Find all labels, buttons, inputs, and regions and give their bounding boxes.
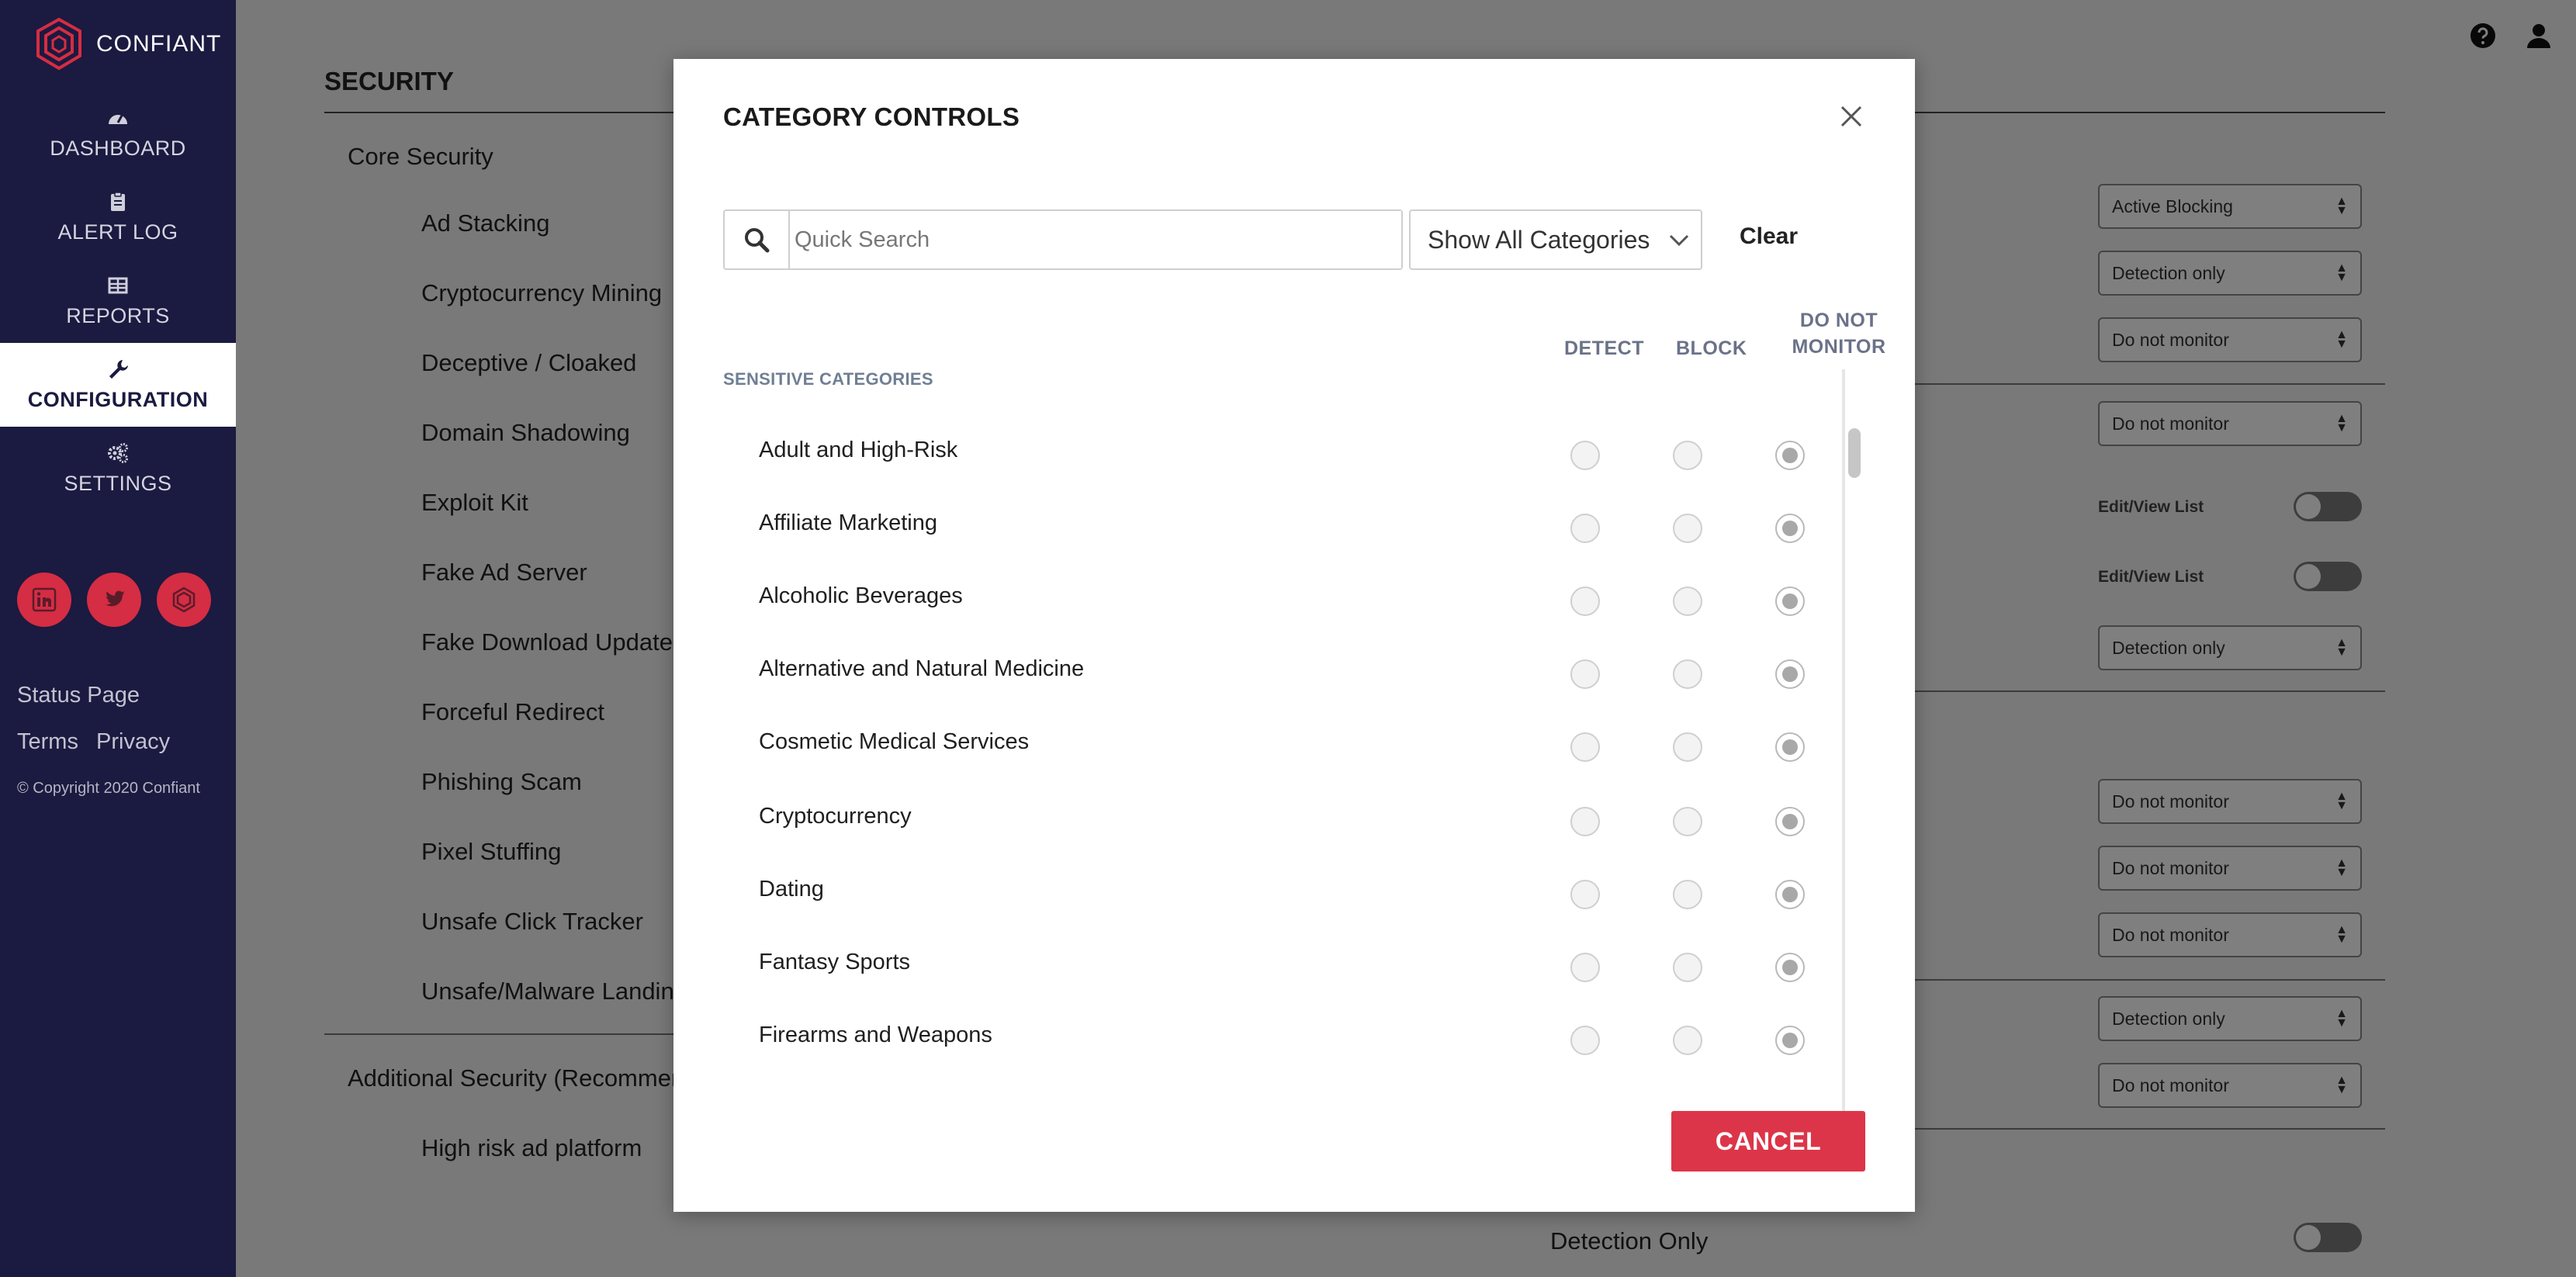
block-radio[interactable] bbox=[1673, 732, 1702, 762]
filter-value: Show All Categories bbox=[1428, 225, 1650, 254]
detect-radio[interactable] bbox=[1570, 659, 1600, 689]
category-row: Alternative and Natural Medicine bbox=[723, 638, 1805, 711]
category-name: Alcoholic Beverages bbox=[759, 583, 963, 608]
sidebar: CONFIANT DASHBOARD ALERT LOG REPORTS CON… bbox=[0, 0, 236, 1277]
category-row: Alcoholic Beverages bbox=[723, 565, 1805, 638]
block-radio[interactable] bbox=[1673, 1026, 1702, 1055]
social-links bbox=[17, 573, 211, 627]
column-header-line: DO NOT bbox=[1799, 310, 1878, 331]
detect-radio[interactable] bbox=[1570, 953, 1600, 982]
do-not-monitor-radio[interactable] bbox=[1775, 441, 1805, 470]
table-icon bbox=[108, 277, 128, 293]
gears-icon bbox=[108, 442, 128, 463]
nav-label: SETTINGS bbox=[64, 471, 172, 495]
category-row: Cosmetic Medical Services bbox=[723, 711, 1805, 784]
brand-logo[interactable]: CONFIANT bbox=[34, 17, 221, 71]
category-row: Cryptocurrency bbox=[723, 785, 1805, 858]
nav-dashboard[interactable]: DASHBOARD bbox=[0, 92, 236, 175]
detect-radio[interactable] bbox=[1570, 587, 1600, 616]
detect-radio[interactable] bbox=[1570, 732, 1600, 762]
category-name: Fantasy Sports bbox=[759, 950, 911, 974]
gauge-icon bbox=[109, 114, 127, 124]
nav-settings[interactable]: SETTINGS bbox=[0, 427, 236, 510]
cancel-button[interactable]: CANCEL bbox=[1671, 1111, 1865, 1171]
detect-radio[interactable] bbox=[1570, 1026, 1600, 1055]
twitter-link[interactable] bbox=[87, 573, 141, 627]
wrench-icon bbox=[109, 359, 128, 379]
modal-title: CATEGORY CONTROLS bbox=[723, 102, 1020, 131]
nav-label: ALERT LOG bbox=[57, 220, 178, 244]
column-header-block: BLOCK bbox=[1676, 337, 1747, 359]
category-name: Dating bbox=[759, 877, 824, 902]
nav-label: CONFIGURATION bbox=[27, 387, 209, 411]
confiant-link[interactable] bbox=[157, 573, 211, 627]
block-radio[interactable] bbox=[1673, 807, 1702, 836]
block-radio[interactable] bbox=[1673, 587, 1702, 616]
clear-button[interactable]: Clear bbox=[1740, 223, 1798, 250]
column-header-detect: DETECT bbox=[1564, 337, 1644, 359]
category-controls-modal: CATEGORY CONTROLS Show All Categories Cl… bbox=[673, 59, 1915, 1212]
do-not-monitor-radio[interactable] bbox=[1775, 880, 1805, 909]
category-name: Cosmetic Medical Services bbox=[759, 729, 1030, 754]
category-row: Dating bbox=[723, 858, 1805, 931]
category-name: Firearms and Weapons bbox=[759, 1023, 992, 1047]
block-radio[interactable] bbox=[1673, 880, 1702, 909]
do-not-monitor-radio[interactable] bbox=[1775, 807, 1805, 836]
confiant-icon bbox=[172, 587, 196, 613]
category-row: Firearms and Weapons bbox=[723, 1004, 1805, 1077]
block-radio[interactable] bbox=[1673, 514, 1702, 543]
category-row: Affiliate Marketing bbox=[723, 492, 1805, 565]
do-not-monitor-radio[interactable] bbox=[1775, 514, 1805, 543]
nav-configuration[interactable]: CONFIGURATION bbox=[0, 343, 236, 427]
search-input[interactable] bbox=[790, 211, 1401, 268]
status-page-link[interactable]: Status Page bbox=[17, 683, 140, 708]
list-scrollbar-track[interactable] bbox=[1842, 369, 1845, 1123]
do-not-monitor-radio[interactable] bbox=[1775, 587, 1805, 616]
close-button[interactable] bbox=[1837, 102, 1865, 130]
category-row: Fantasy Sports bbox=[723, 931, 1805, 1004]
nav-alert-log[interactable]: ALERT LOG bbox=[0, 175, 236, 259]
category-name: Adult and High-Risk bbox=[759, 438, 958, 462]
clipboard-icon bbox=[111, 191, 125, 211]
column-header-line: MONITOR bbox=[1792, 336, 1886, 358]
confiant-logo-icon bbox=[36, 17, 81, 71]
copyright-text: © Copyright 2020 Confiant bbox=[17, 780, 200, 797]
brand-name: CONFIANT bbox=[96, 31, 222, 57]
detect-radio[interactable] bbox=[1570, 441, 1600, 470]
category-name: Affiliate Marketing bbox=[759, 510, 937, 535]
column-header-do-not-monitor: DO NOT MONITOR bbox=[1761, 307, 1916, 360]
block-radio[interactable] bbox=[1673, 659, 1702, 689]
chevron-down-icon bbox=[1669, 234, 1689, 247]
do-not-monitor-radio[interactable] bbox=[1775, 659, 1805, 689]
block-radio[interactable] bbox=[1673, 953, 1702, 982]
category-name: Alternative and Natural Medicine bbox=[759, 656, 1085, 681]
detect-radio[interactable] bbox=[1570, 514, 1600, 543]
linkedin-link[interactable] bbox=[17, 573, 71, 627]
do-not-monitor-radio[interactable] bbox=[1775, 953, 1805, 982]
category-row: Adult and High-Risk bbox=[723, 419, 1805, 492]
do-not-monitor-radio[interactable] bbox=[1775, 1026, 1805, 1055]
do-not-monitor-radio[interactable] bbox=[1775, 732, 1805, 762]
linkedin-icon bbox=[32, 587, 57, 612]
twitter-icon bbox=[106, 590, 125, 607]
category-filter-select[interactable]: Show All Categories bbox=[1409, 209, 1702, 270]
list-scrollbar-thumb[interactable] bbox=[1848, 428, 1861, 478]
nav-label: DASHBOARD bbox=[50, 136, 186, 160]
block-radio[interactable] bbox=[1673, 441, 1702, 470]
category-name: Cryptocurrency bbox=[759, 804, 912, 829]
category-list: Adult and High-Risk Affiliate Marketing … bbox=[723, 369, 1840, 1123]
search-box bbox=[723, 209, 1403, 270]
privacy-link[interactable]: Privacy bbox=[96, 729, 170, 755]
close-icon bbox=[1840, 106, 1862, 127]
search-button[interactable] bbox=[725, 211, 790, 268]
detect-radio[interactable] bbox=[1570, 880, 1600, 909]
detect-radio[interactable] bbox=[1570, 807, 1600, 836]
terms-link[interactable]: Terms bbox=[17, 729, 78, 755]
nav-reports[interactable]: REPORTS bbox=[0, 259, 236, 343]
search-icon bbox=[745, 228, 770, 253]
nav-label: REPORTS bbox=[66, 303, 170, 327]
